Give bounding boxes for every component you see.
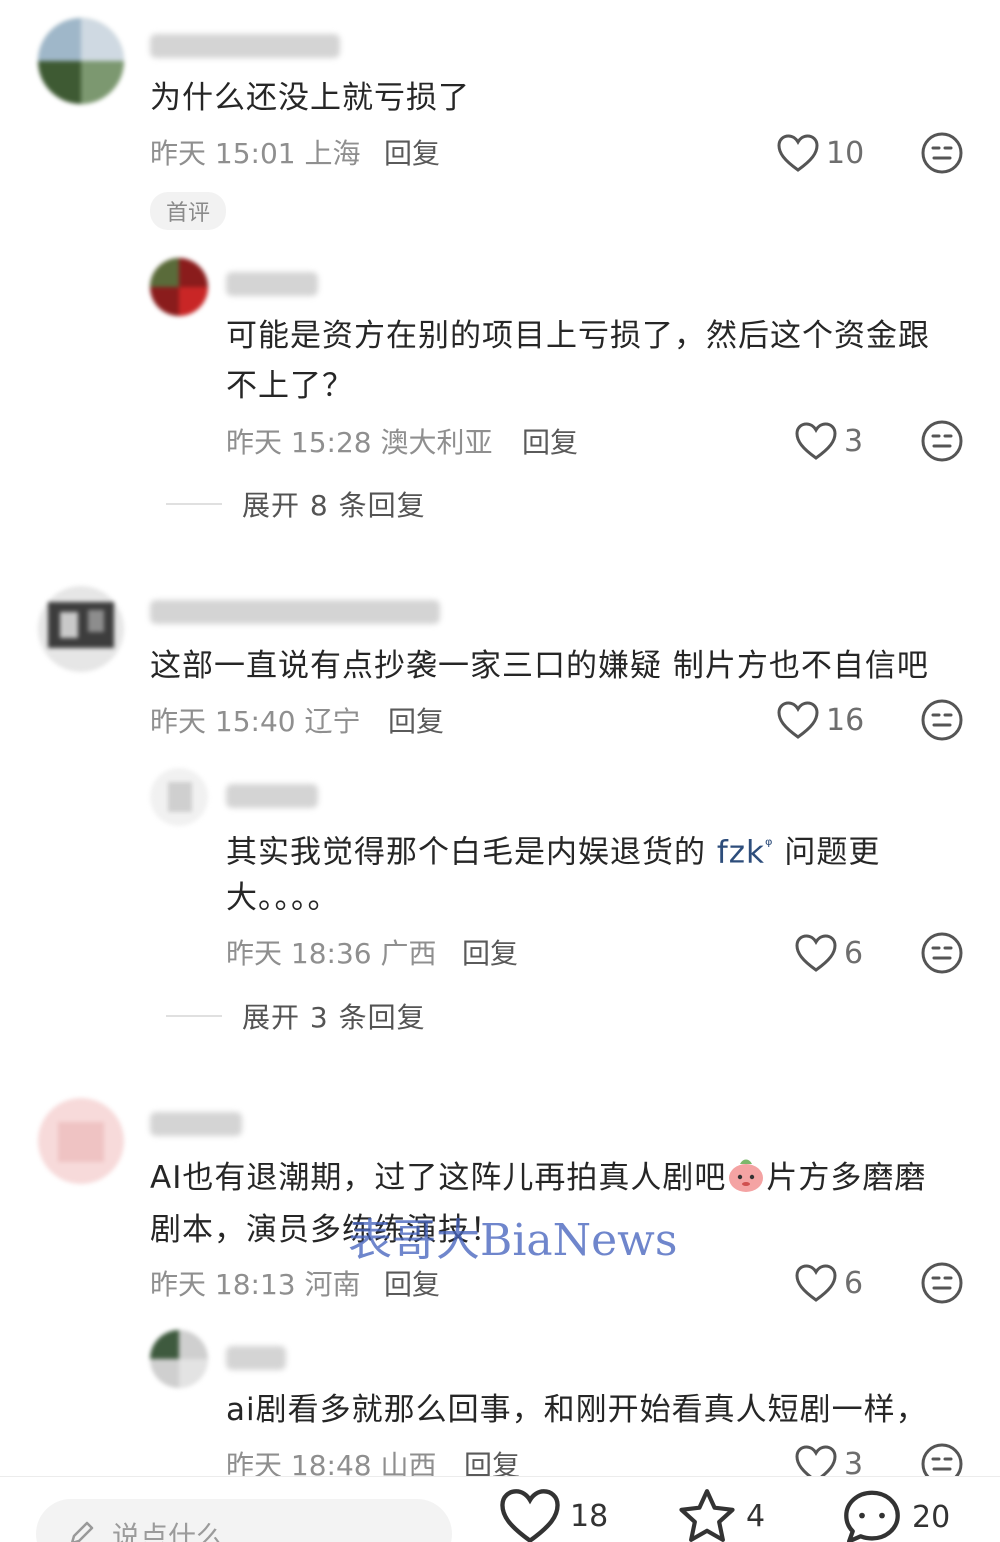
comment-text-pre: AI也有退潮期，过了这阵儿再拍真人剧吧 xyxy=(150,1160,727,1196)
bottom-like-button[interactable]: 18 xyxy=(498,1487,608,1542)
emoji-reaction-icon[interactable] xyxy=(920,1261,964,1305)
emoji-reaction-icon[interactable] xyxy=(920,419,964,463)
expand-replies-button[interactable]: 展开 8 条回复 xyxy=(166,484,426,524)
expand-replies-button[interactable]: 展开 3 条回复 xyxy=(166,996,426,1036)
reply-time-location: 昨天 15:28 澳大利亚 xyxy=(226,426,493,459)
first-comment-badge: 首评 xyxy=(150,192,227,230)
bottom-comment-button[interactable]: 20 xyxy=(840,1487,950,1542)
like-count: 6 xyxy=(844,935,864,971)
reply-text-line1: ai剧看多就那么回事，和刚开始看真人短剧一样， xyxy=(226,1392,928,1428)
expand-replies-label: 展开 8 条回复 xyxy=(242,489,426,522)
bottom-like-count: 18 xyxy=(570,1498,609,1534)
like-count: 6 xyxy=(844,1265,864,1301)
reply-button[interactable]: 回复 xyxy=(384,132,440,172)
username-blurred[interactable] xyxy=(226,1346,286,1370)
reply-text-post: 问题更 xyxy=(773,834,881,871)
avatar[interactable] xyxy=(38,1098,124,1184)
star-icon xyxy=(679,1489,735,1542)
avatar[interactable] xyxy=(150,258,208,316)
avatar[interactable] xyxy=(38,18,124,104)
comment-input[interactable]: 说点什么... xyxy=(36,1499,452,1542)
like-count: 10 xyxy=(826,135,865,171)
like-button[interactable]: 6 xyxy=(794,931,863,975)
like-button[interactable]: 6 xyxy=(794,1261,863,1305)
heart-icon xyxy=(500,1489,560,1542)
bottom-action-bar: 说点什么... 18 4 20 xyxy=(0,1476,1000,1542)
comment-time-location: 昨天 18:13 河南 xyxy=(150,1268,361,1301)
username-blurred[interactable] xyxy=(150,600,440,624)
expand-replies-label: 展开 3 条回复 xyxy=(242,1001,426,1034)
emoji-reaction-icon[interactable] xyxy=(920,931,964,975)
reply-text-line2: 大。。。。 xyxy=(226,880,340,916)
reply-text-pre: 其实我觉得那个白毛是内娱退货的 xyxy=(226,834,717,871)
heart-icon xyxy=(795,422,837,460)
reply-button[interactable]: 回复 xyxy=(388,700,444,740)
reply-button[interactable]: 回复 xyxy=(462,932,518,972)
emoji-reaction-icon[interactable] xyxy=(920,131,964,175)
reply-text-line1: 其实我觉得那个白毛是内娱退货的 fzkᵠ 问题更 xyxy=(226,820,880,878)
comment-text-line1: AI也有退潮期，过了这阵儿再拍真人剧吧 片方多磨磨 xyxy=(150,1152,926,1204)
reply-button[interactable]: 回复 xyxy=(384,1263,440,1303)
heart-icon xyxy=(795,1264,837,1302)
avatar[interactable] xyxy=(38,586,124,672)
comment-bubble-icon xyxy=(844,1490,900,1542)
username-blurred[interactable] xyxy=(226,272,318,296)
divider-line xyxy=(166,503,222,505)
divider-line xyxy=(166,1015,222,1017)
search-link[interactable]: fzk xyxy=(717,834,765,870)
avatar[interactable] xyxy=(150,1330,208,1388)
heart-icon xyxy=(777,134,819,172)
bottom-star-count: 4 xyxy=(746,1498,766,1534)
comment-text: 为什么还没上就亏损了 xyxy=(150,80,470,116)
comment-text-post: 片方多磨磨 xyxy=(766,1160,927,1196)
heart-icon xyxy=(795,934,837,972)
reply-button[interactable]: 回复 xyxy=(522,421,578,461)
bottom-star-button[interactable]: 4 xyxy=(676,1487,765,1542)
comment-time-location: 昨天 15:01 上海 xyxy=(150,137,361,170)
pencil-icon xyxy=(70,1521,94,1542)
peach-emoji-icon xyxy=(729,1159,764,1192)
like-button[interactable]: 10 xyxy=(776,131,864,175)
reply-text-line1: 可能是资方在别的项目上亏损了，然后这个资金跟 xyxy=(226,318,930,354)
like-count: 16 xyxy=(826,702,865,738)
reply-text-line2: 不上了？ xyxy=(226,368,354,404)
watermark: 表哥大BiaNews xyxy=(348,1215,678,1266)
heart-icon xyxy=(777,701,819,739)
bottom-comment-count: 20 xyxy=(912,1499,951,1535)
like-button[interactable]: 3 xyxy=(794,419,863,463)
comment-time-location: 昨天 15:40 辽宁 xyxy=(150,705,361,738)
emoji-reaction-icon[interactable] xyxy=(920,698,964,742)
comment-input-placeholder: 说点什么... xyxy=(112,1520,251,1542)
username-blurred[interactable] xyxy=(150,34,340,58)
username-blurred[interactable] xyxy=(226,784,318,808)
comment-text: 这部一直说有点抄袭一家三口的嫌疑 制片方也不自信吧 xyxy=(150,648,929,684)
like-button[interactable]: 16 xyxy=(776,698,864,742)
avatar[interactable] xyxy=(150,768,208,826)
like-count: 3 xyxy=(844,423,864,459)
reply-time-location: 昨天 18:36 广西 xyxy=(226,937,437,970)
username-blurred[interactable] xyxy=(150,1112,242,1136)
